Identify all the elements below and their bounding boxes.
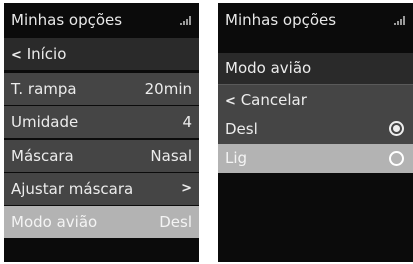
menu-item-value: 4 [182,113,192,131]
chevron-left-icon: < [11,48,22,63]
signal-strength-icon [394,16,405,25]
menu-item-airplane-mode[interactable]: Modo avião Desl [4,206,199,238]
screen-title: Minhas opções [11,11,123,29]
signal-strength-icon [180,16,191,25]
menu-item-value: 20min [144,80,192,98]
option-on[interactable]: Lig [218,144,413,173]
option-label: Lig [225,149,248,167]
menu-item-humidity[interactable]: Umidade 4 [4,106,199,138]
menu-item-label: Ajustar máscara [11,180,134,198]
menu-item-mask[interactable]: Máscara Nasal [4,140,199,172]
menu-item-label: Máscara [11,147,74,165]
device-screen-airplane-mode: Minhas opções Modo avião < Cancelar Desl… [218,3,413,262]
menu-item-ramp-time[interactable]: T. rampa 20min [4,73,199,105]
menu-item-mask-fit[interactable]: Ajustar máscara > [4,173,199,205]
menu-item-value: Nasal [150,147,192,165]
option-label: Desl [225,120,258,138]
menu-item-value: Desl [159,213,192,231]
screen-header: Minhas opções [4,3,199,41]
radio-checked-icon[interactable] [389,121,404,136]
section-header-label: Modo avião [225,59,312,77]
cancel-button[interactable]: < Cancelar [218,84,413,114]
section-header: Modo avião [218,53,413,84]
chevron-left-icon: < [225,94,236,109]
cancel-button-label: Cancelar [240,91,307,109]
back-button[interactable]: < Início [4,38,199,70]
screen-title: Minhas opções [225,11,337,29]
chevron-right-icon: > [181,181,192,196]
menu-item-label: Modo avião [11,213,98,231]
back-button-label: Início [26,45,67,63]
screen-header: Minhas opções [218,3,413,41]
radio-unchecked-icon[interactable] [389,151,404,166]
menu-item-label: T. rampa [11,80,77,98]
device-screen-menu: Minhas opções < Início T. rampa 20min Um… [4,3,199,262]
option-off[interactable]: Desl [218,114,413,144]
menu-item-label: Umidade [11,113,79,131]
